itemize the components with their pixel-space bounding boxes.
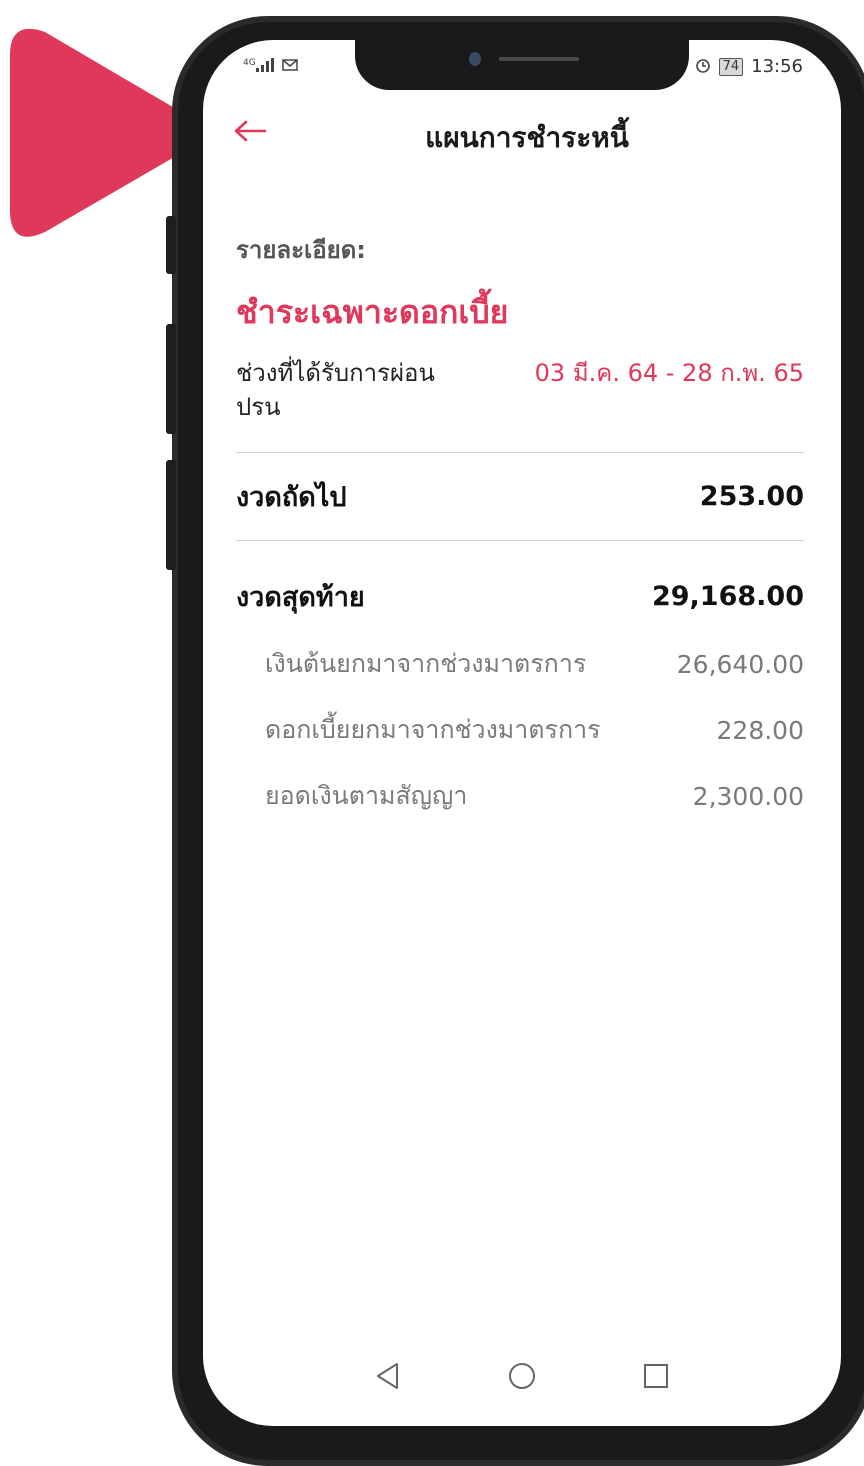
breakdown-amount: 2,300.00 (692, 781, 804, 811)
notch (355, 40, 689, 90)
relief-period: ช่วงที่ได้รับการผ่อน 03 มี.ค. 64 - 28 ก.… (236, 356, 804, 424)
breakdown-label: ดอกเบี้ยยกมาจากช่วงมาตรการ (265, 715, 601, 744)
period-label: ช่วงที่ได้รับการผ่อน (236, 359, 435, 387)
phone-screen: 4G 74 13:56 แผนการชำระหนี้ รายละเอียด: ช… (203, 40, 841, 1426)
details-label: รายละเอียด: (236, 236, 366, 264)
triangle-back-icon (377, 1363, 398, 1389)
phone-side-button (166, 460, 176, 570)
breakdown-label: ยอดเงินตามสัญญา (265, 781, 468, 810)
clock-time: 13:56 (751, 56, 803, 77)
phone-side-button (166, 324, 176, 434)
next-installment-label: งวดถัดไป (236, 482, 347, 513)
next-installment-row: งวดถัดไป 253.00 (236, 453, 804, 540)
phone-side-button (166, 216, 176, 274)
breakdown-amount: 228.00 (716, 715, 804, 745)
list-item: เงินต้นยกมาจากช่วงมาตรการ 26,640.00 (236, 644, 804, 684)
signal-icon: 4G (243, 58, 274, 76)
circle-home-icon (509, 1363, 535, 1389)
square-recents-icon (644, 1364, 668, 1388)
period-value: 03 มี.ค. 64 - 28 ก.พ. 65 (534, 359, 804, 387)
breakdown-amount: 26,640.00 (676, 649, 804, 679)
final-installment-row: งวดสุดท้าย 29,168.00 (236, 575, 804, 618)
final-installment-label: งวดสุดท้าย (236, 582, 365, 613)
status-bar-left: 4G (243, 58, 298, 76)
nav-home-button[interactable] (499, 1353, 545, 1399)
system-nav-bar (203, 1346, 841, 1406)
battery-icon: 74 (718, 57, 744, 76)
nav-recents-button[interactable] (633, 1353, 679, 1399)
next-installment-amount: 253.00 (699, 481, 804, 512)
page-title: แผนการชำระหนี้ (425, 121, 629, 154)
plan-name: ชำระเฉพาะดอกเบี้ย (236, 293, 509, 331)
period-label-continued: ปรน (236, 393, 281, 421)
nav-back-button[interactable] (365, 1353, 411, 1399)
divider (236, 540, 804, 541)
mail-icon (281, 59, 298, 75)
list-item: ยอดเงินตามสัญญา 2,300.00 (236, 776, 804, 816)
alarm-icon (695, 57, 711, 77)
status-bar-right: 74 13:56 (695, 56, 803, 77)
list-item: ดอกเบี้ยยกมาจากช่วงมาตรการ 228.00 (236, 710, 804, 750)
speaker (499, 57, 579, 61)
camera-icon (469, 52, 481, 66)
debt-plan-content: รายละเอียด: ชำระเฉพาะดอกเบี้ย ช่วงที่ได้… (236, 230, 804, 816)
breakdown-label: เงินต้นยกมาจากช่วงมาตรการ (265, 649, 587, 678)
final-installment-amount: 29,168.00 (651, 581, 804, 612)
